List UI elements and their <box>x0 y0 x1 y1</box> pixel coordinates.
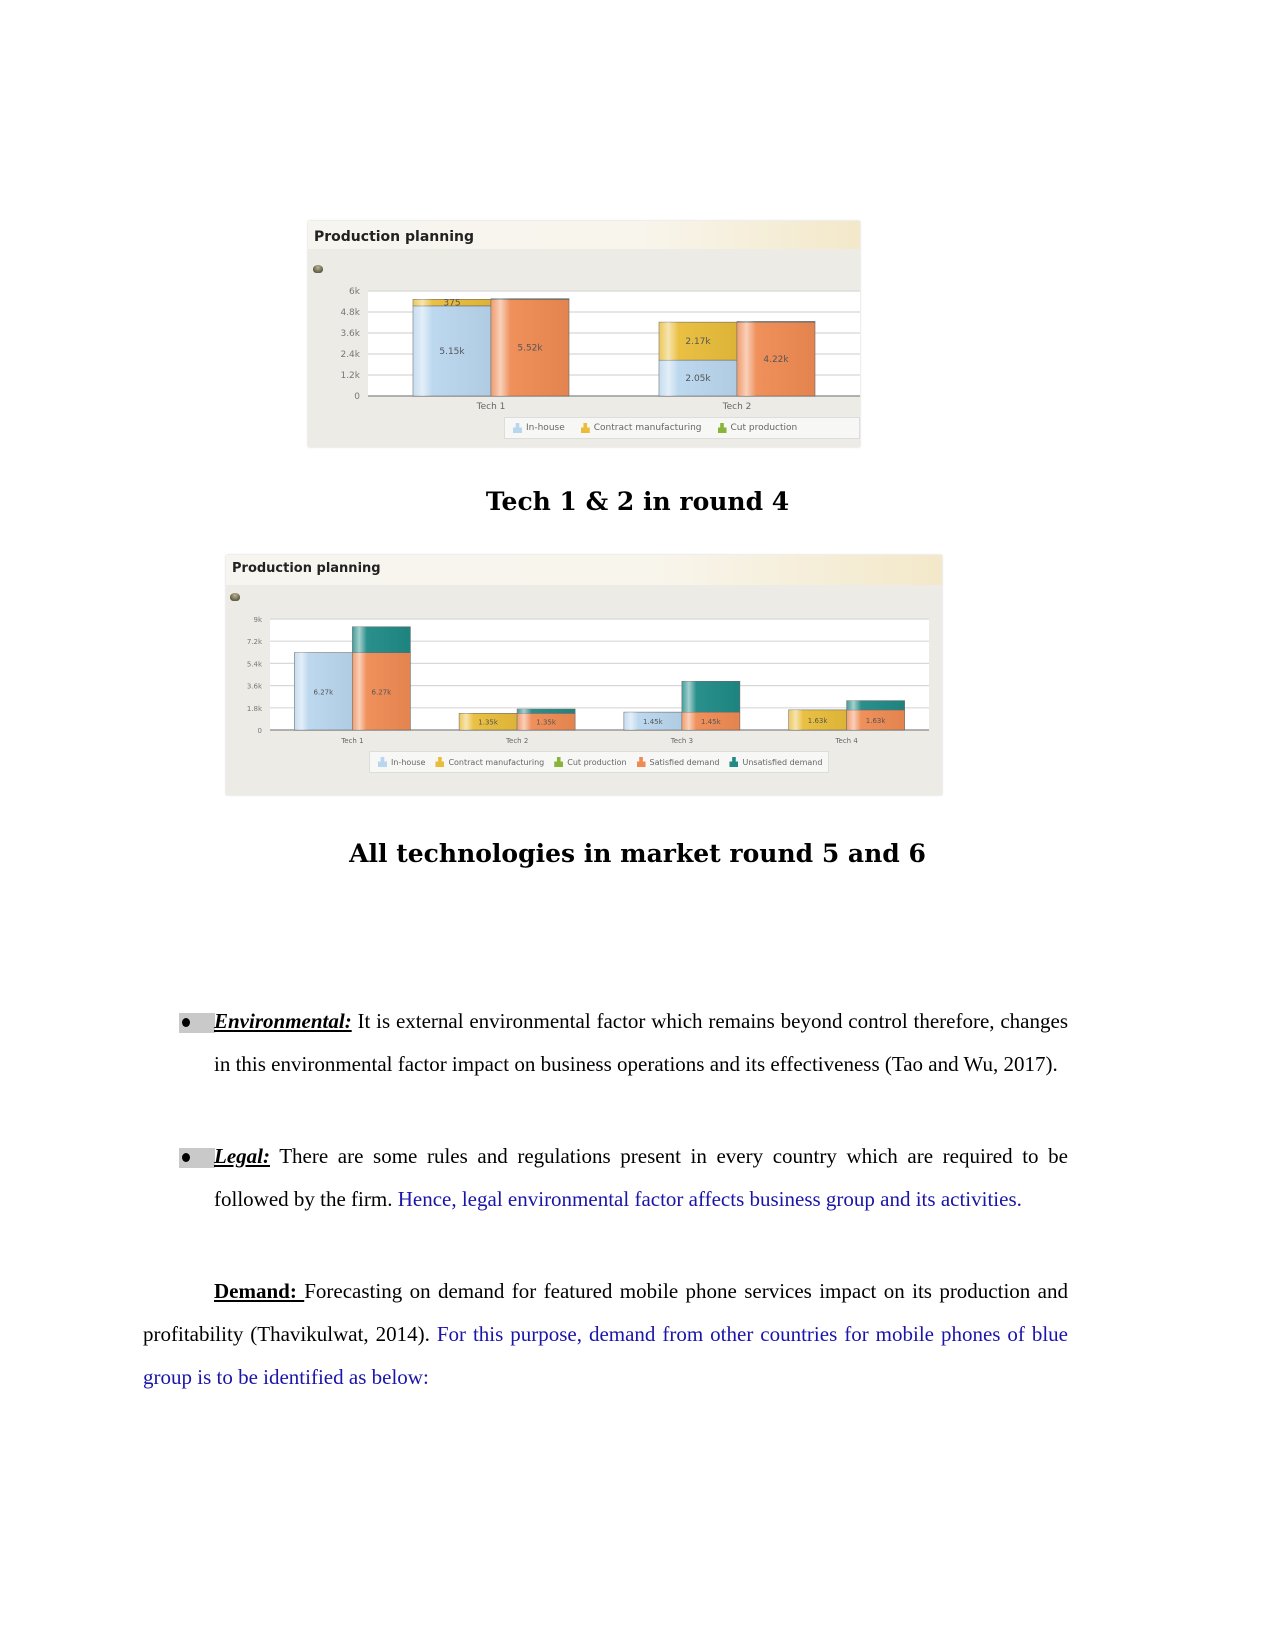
y-tick-label: 3.6k <box>247 683 263 691</box>
y-tick-label: 1.8k <box>247 705 263 713</box>
y-tick-label: 0 <box>354 392 360 402</box>
bar-value-label: 1.63k <box>866 717 887 725</box>
keyword-demand: Demand: <box>214 1279 305 1303</box>
in-house-icon <box>378 757 387 767</box>
chart-2-frame: Production planning 0 1.8k 3.6k 5.4k 7.2k 9k 6… <box>226 555 942 795</box>
chart-2-plot: 0 1.8k 3.6k 5.4k 7.2k 9k 6.27k 6.27k Tech 1 1.35k… <box>247 616 929 745</box>
bar-value-label: 1.35k <box>536 719 557 727</box>
bar-shading <box>681 681 740 713</box>
chart-1-caption: Tech 1 & 2 in round 4 <box>485 487 790 516</box>
bar-value-label: 6.27k <box>372 688 393 696</box>
keyword-legal: Legal: <box>214 1144 270 1168</box>
legend-item-contract: Contract manufacturing <box>580 423 702 433</box>
y-tick-label: 6k <box>349 287 361 297</box>
legend-item-cut: Cut production <box>554 757 627 767</box>
legend-item-in-house: In-house <box>513 423 565 433</box>
y-tick-label: 0 <box>258 727 262 735</box>
chart-1-legend: In-house Contract manufacturing Cut prod… <box>504 417 860 439</box>
chart-2-legend: In-house Contract manufacturing Cut prod… <box>369 751 829 773</box>
x-tick-label: Tech 3 <box>670 737 693 745</box>
legend-item-cut: Cut production <box>717 423 797 433</box>
paragraph-legal: Legal: There are some rules and regulati… <box>214 1135 1068 1221</box>
cut-production-icon <box>717 423 727 433</box>
paragraph-demand: Demand: Forecasting on demand for featur… <box>143 1270 1068 1399</box>
x-tick-label: Tech 1 <box>340 737 363 745</box>
bar-shading <box>352 626 411 653</box>
y-tick-label: 9k <box>253 616 262 624</box>
bar-shading <box>737 321 815 323</box>
cut-production-icon <box>554 757 564 767</box>
chart-1-plot: 0 1.2k 2.4k 3.6k 4.8k 6k 5.15k 375 5.52k Tech 1 2.… <box>340 287 860 412</box>
bar-shading <box>517 709 576 714</box>
x-tick-label: Tech 4 <box>834 737 858 745</box>
x-tick-label: Tech 2 <box>722 402 752 412</box>
x-tick-label: Tech 1 <box>476 402 506 412</box>
paragraph-environmental: Environmental: It is external environmen… <box>214 1000 1068 1086</box>
bar-shading <box>846 700 905 710</box>
y-tick-label: 4.8k <box>340 308 360 318</box>
bullet-legal-icon <box>179 1148 215 1168</box>
chart-1-frame: Production planning 0 1.2k 2.4k 3.6k 4.8k 6k 5… <box>308 221 860 447</box>
legend-item-in-house: In-house <box>378 757 425 767</box>
legal-highlight-text: Hence, legal environmental factor affect… <box>397 1187 1022 1211</box>
bar-value-label: 1.45k <box>643 718 664 726</box>
legend-item-contract: Contract manufacturing <box>435 757 544 767</box>
unsatisfied-demand-icon <box>729 757 739 767</box>
contract-manufacturing-icon <box>580 423 590 433</box>
legend-item-satisfied: Satisfied demand <box>636 757 719 767</box>
y-tick-label: 7.2k <box>247 638 263 646</box>
bar-value-label: 6.27k <box>314 688 335 696</box>
bar-value-label: 4.22k <box>763 355 789 365</box>
y-tick-label: 1.2k <box>340 371 360 381</box>
bar-value-label: 5.15k <box>439 347 465 357</box>
bullet-environmental-icon <box>179 1013 215 1033</box>
contract-manufacturing-icon <box>435 757 445 767</box>
y-tick-label: 5.4k <box>247 660 263 668</box>
bar-value-label: 2.05k <box>685 374 711 384</box>
bar-value-label: 1.35k <box>478 719 499 727</box>
chart-2-caption: All technologies in market round 5 and 6 <box>349 839 926 868</box>
bar-value-label: 1.63k <box>808 717 829 725</box>
bar-shading <box>491 298 569 300</box>
in-house-icon <box>513 423 522 433</box>
bar-value-label: 1.45k <box>701 718 722 726</box>
satisfied-demand-icon <box>636 757 646 767</box>
legend-item-unsatisfied: Unsatisfied demand <box>729 757 822 767</box>
keyword-environmental: Environmental: <box>214 1009 352 1033</box>
y-tick-label: 2.4k <box>340 350 360 360</box>
y-tick-label: 3.6k <box>340 329 360 339</box>
bar-value-label: 2.17k <box>685 337 711 347</box>
bar-value-label: 375 <box>443 299 460 309</box>
x-tick-label: Tech 2 <box>505 737 528 745</box>
bar-value-label: 5.52k <box>517 344 543 354</box>
